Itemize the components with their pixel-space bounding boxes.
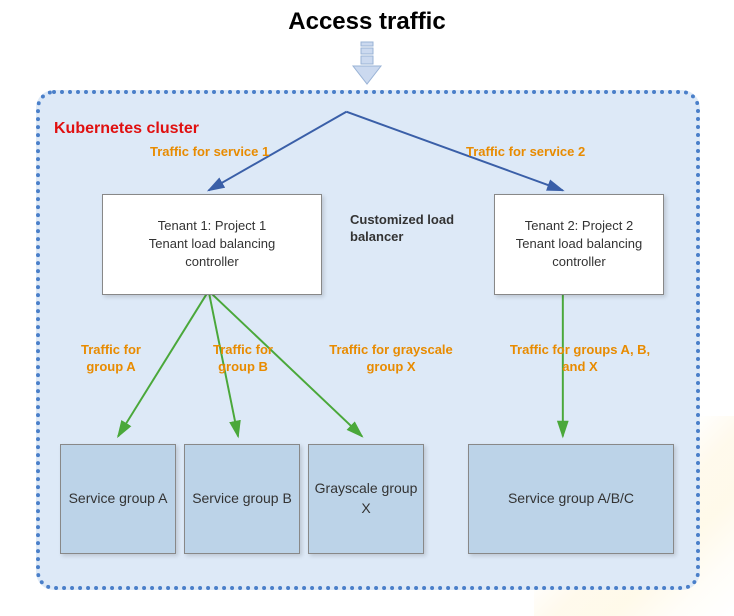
entry-arrow-icon	[347, 40, 387, 90]
tenant2-line3: controller	[507, 253, 651, 271]
edge-label-group-b: Traffic for group B	[198, 342, 288, 376]
grayscale-group-x-box: Grayscale group X	[308, 444, 424, 554]
tenant1-box: Tenant 1: Project 1 Tenant load balancin…	[102, 194, 322, 295]
tenant2-box: Tenant 2: Project 2 Tenant load balancin…	[494, 194, 664, 295]
service-group-a-box: Service group A	[60, 444, 176, 554]
diagram-title: Access traffic	[0, 8, 734, 36]
edge-label-service2: Traffic for service 2	[466, 144, 585, 161]
kubernetes-cluster-box: Kubernetes cluster Traffic for service 1…	[36, 90, 700, 590]
kubernetes-cluster-label: Kubernetes cluster	[54, 120, 199, 138]
edge-label-service1: Traffic for service 1	[150, 144, 269, 161]
edge-label-group-a: Traffic for group A	[66, 342, 156, 376]
service-group-abc-box: Service group A/B/C	[468, 444, 674, 554]
tenant1-line2: Tenant load balancing	[115, 235, 309, 253]
service-group-b-box: Service group B	[184, 444, 300, 554]
customized-lb-label: Customized load balancer	[350, 212, 470, 246]
tenant1-line3: controller	[115, 253, 309, 271]
tenant1-line1: Tenant 1: Project 1	[115, 217, 309, 235]
tenant2-line2: Tenant load balancing	[507, 235, 651, 253]
edge-label-grayscale-x: Traffic for grayscale group X	[316, 342, 466, 376]
edge-label-groups-abx: Traffic for groups A, B, and X	[500, 342, 660, 376]
tenant2-line1: Tenant 2: Project 2	[507, 217, 651, 235]
